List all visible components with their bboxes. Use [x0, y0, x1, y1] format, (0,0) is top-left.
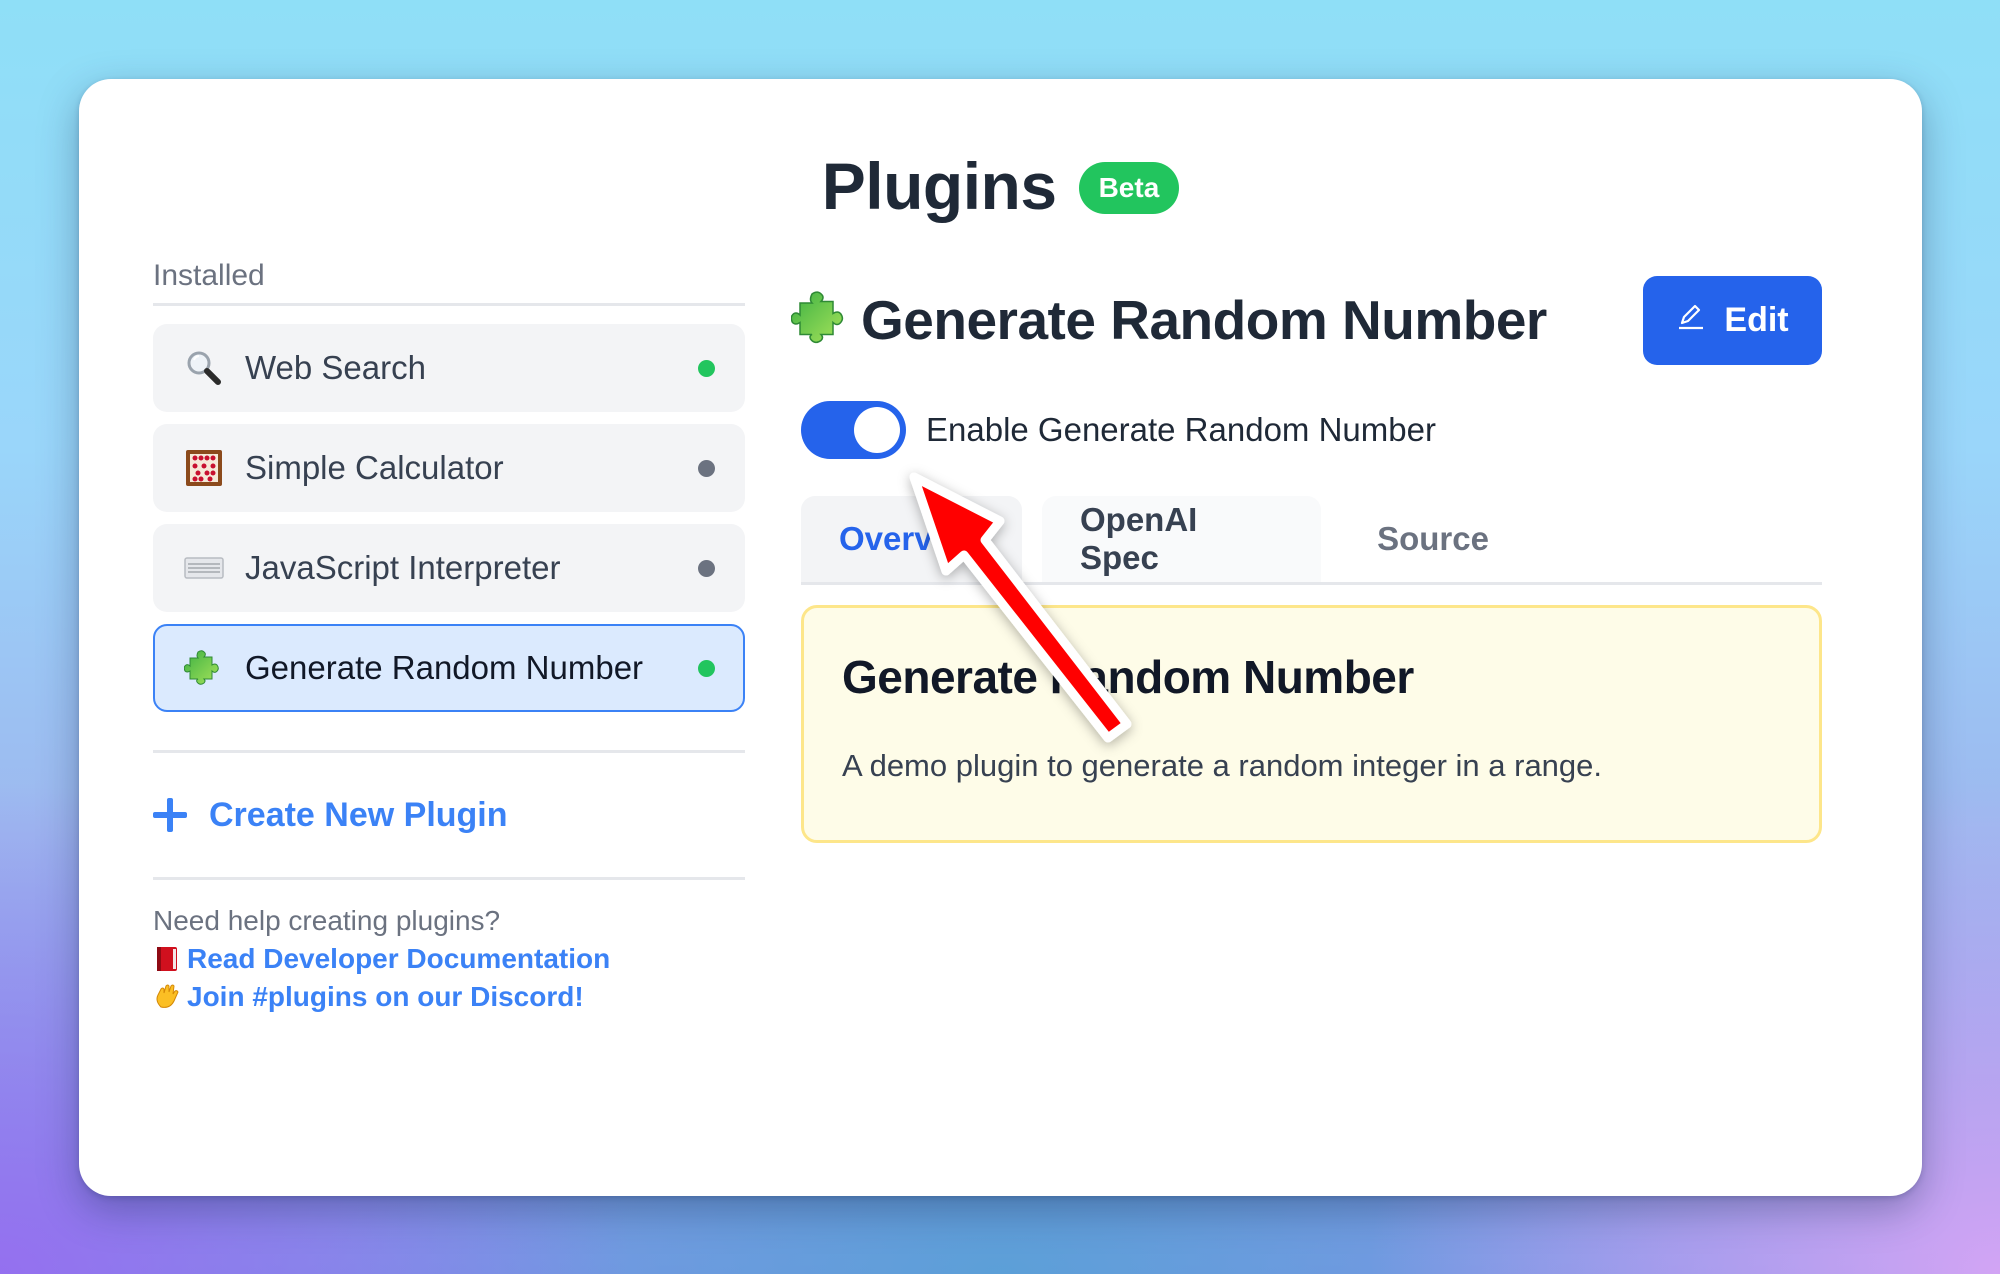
- overview-heading: Generate Random Number: [842, 651, 1414, 703]
- plugin-name: Generate Random Number: [245, 649, 644, 686]
- help-section: Need help creating plugins? Read Develop…: [153, 902, 745, 1016]
- developer-docs-link[interactable]: Read Developer Documentation: [153, 940, 745, 978]
- plugin-title: Generate Random Number: [861, 289, 1547, 351]
- status-dot-inactive: [698, 559, 715, 577]
- enable-toggle[interactable]: [801, 401, 906, 459]
- magnifying-glass-icon: [183, 347, 225, 389]
- plus-icon: [153, 798, 187, 832]
- create-new-plugin-label: Create New Plugin: [209, 795, 508, 834]
- tab-source[interactable]: Source: [1321, 496, 1545, 582]
- plugins-window: Plugins Beta Installed Web Search Simple…: [79, 79, 1922, 1196]
- help-text: Need help creating plugins?: [153, 905, 501, 936]
- page-header: Plugins Beta: [79, 141, 1922, 231]
- create-new-plugin-button[interactable]: Create New Plugin: [153, 753, 745, 877]
- tab-overview[interactable]: Overview: [801, 496, 1022, 582]
- toggle-row: Enable Generate Random Number: [801, 401, 1822, 459]
- divider: [153, 877, 745, 880]
- pencil-icon: [1676, 301, 1706, 340]
- abacus-icon: [183, 447, 225, 489]
- plugin-item-simple-calculator[interactable]: Simple Calculator: [153, 424, 745, 512]
- page-title: Plugins: [821, 149, 1057, 223]
- beta-badge: Beta: [1078, 162, 1180, 214]
- discord-link[interactable]: Join #plugins on our Discord!: [153, 978, 745, 1016]
- puzzle-piece-icon: [790, 288, 851, 353]
- tab-openai-spec[interactable]: OpenAI Spec: [1042, 496, 1321, 582]
- overview-card: Generate Random Number A demo plugin to …: [801, 605, 1822, 843]
- sidebar: Installed Web Search Simple Calculator J…: [153, 259, 745, 1016]
- plugin-item-generate-random-number[interactable]: Generate Random Number: [153, 624, 745, 712]
- keyboard-icon: [183, 547, 225, 589]
- status-dot-inactive: [698, 459, 715, 477]
- status-dot-active: [698, 659, 715, 677]
- red-book-icon: [153, 945, 181, 973]
- toggle-knob: [854, 407, 900, 453]
- plugin-title-wrap: Generate Random Number: [790, 288, 1547, 353]
- plugin-detail-panel: Generate Random Number Edit Enable Gener…: [790, 275, 1822, 843]
- edit-label: Edit: [1724, 300, 1789, 339]
- waving-hand-icon: [153, 983, 181, 1011]
- plugin-name: JavaScript Interpreter: [245, 549, 561, 586]
- plugin-name: Simple Calculator: [245, 449, 504, 486]
- puzzle-piece-icon: [183, 647, 225, 689]
- plugin-list: Web Search Simple Calculator JavaScript …: [153, 324, 745, 712]
- plugin-header: Generate Random Number Edit: [790, 275, 1822, 365]
- installed-section-label: Installed: [153, 259, 745, 306]
- overview-description: A demo plugin to generate a random integ…: [842, 748, 1603, 783]
- discord-label: Join #plugins on our Discord!: [187, 981, 584, 1012]
- plugin-name: Web Search: [245, 349, 426, 386]
- toggle-label: Enable Generate Random Number: [926, 411, 1436, 448]
- developer-docs-label: Read Developer Documentation: [187, 943, 611, 974]
- edit-button[interactable]: Edit: [1643, 275, 1822, 365]
- plugin-item-web-search[interactable]: Web Search: [153, 324, 745, 412]
- plugin-item-javascript-interpreter[interactable]: JavaScript Interpreter: [153, 524, 745, 612]
- status-dot-active: [698, 359, 715, 377]
- tab-bar: Overview OpenAI Spec Source: [801, 496, 1822, 585]
